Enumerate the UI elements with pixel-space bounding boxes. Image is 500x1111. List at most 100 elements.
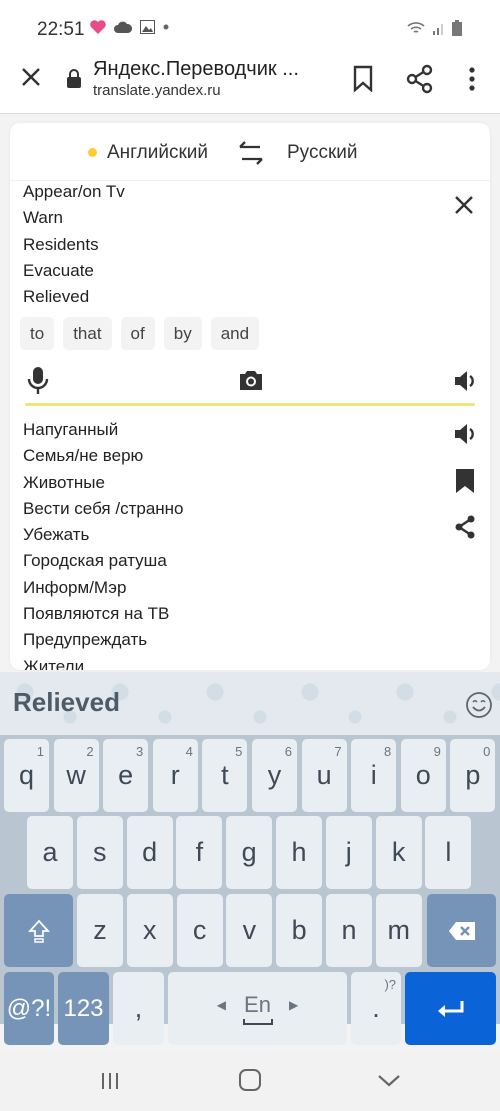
key-b[interactable]: b [276,894,323,967]
space-key[interactable]: ◀ En ▶ [168,972,347,1045]
key-a[interactable]: a [27,816,73,889]
translation-output: Напуганный Семья/не верю Животные Вести … [23,417,184,670]
suggestion-chip[interactable]: of [120,317,155,350]
key-number-hint: 2 [86,744,94,759]
key-number-hint: 0 [483,744,491,759]
enter-key[interactable] [405,972,496,1045]
lock-icon [67,69,81,88]
arrow-left-icon: ◀ [216,998,227,1012]
signal-icon [433,24,443,35]
key-number-hint: 8 [383,744,392,759]
key-r[interactable]: r4 [152,739,198,812]
backspace-key[interactable] [427,894,496,967]
share-icon[interactable] [453,514,477,540]
target-language-button[interactable]: Русский [287,142,358,164]
key-v[interactable]: v [226,894,273,967]
shift-key[interactable] [4,894,73,967]
suggestion-chip[interactable]: to [20,317,55,350]
key-x[interactable]: x [126,894,173,967]
period-key[interactable]: . )? [351,972,401,1045]
enter-icon [437,1000,463,1017]
key-o[interactable]: o9 [400,739,446,812]
keyboard-suggestion[interactable]: Relieved [13,687,120,718]
space-language-label: En [244,992,271,1017]
key-h[interactable]: h [276,816,322,889]
bookmark-icon[interactable] [350,64,376,92]
translation-line: Животные [23,472,105,492]
bookmark-icon[interactable] [455,468,475,494]
system-navigation-bar [0,1051,500,1111]
suggestion-chip[interactable]: by [163,317,202,350]
clock: 22:51 [37,19,85,40]
wifi-icon [407,22,425,33]
key-n[interactable]: n [326,894,372,967]
key-w[interactable]: w2 [53,739,99,812]
browser-toolbar: Яндекс.Переводчик ... translate.yandex.r… [0,48,500,114]
arrow-right-icon: ▶ [288,998,299,1012]
camera-icon[interactable] [238,368,264,392]
symbols-key[interactable]: @?! [4,972,54,1045]
page-url: translate.yandex.ru [93,82,221,99]
microphone-icon[interactable] [26,366,50,396]
key-p[interactable]: p0 [450,739,496,812]
back-icon[interactable] [376,1071,402,1091]
key-m[interactable]: m [375,894,422,967]
translation-line: Убежать [23,525,90,545]
emoji-icon[interactable] [465,691,493,719]
translation-line: Появляются на ТВ [23,604,170,624]
close-icon[interactable] [16,62,46,92]
key-number-hint: 1 [36,744,44,759]
source-language-button[interactable]: Английский [107,142,208,164]
source-line: Warn [23,208,63,228]
source-text-input[interactable]: Appear/on Tv Warn Residents Evacuate Rel… [10,183,430,315]
translation-line: Информ/Мэр [23,577,127,597]
source-line: Relieved [23,287,90,307]
key-i[interactable]: i8 [351,739,397,812]
suggestion-chip[interactable]: and [210,317,260,350]
key-number-hint: 7 [334,744,342,759]
image-icon [140,20,155,34]
key-k[interactable]: k [375,816,422,889]
key-number-hint: 3 [135,744,144,759]
key-q[interactable]: q1 [4,739,49,812]
key-j[interactable]: j [325,816,372,889]
key-c[interactable]: c [176,894,223,967]
key-number-hint: 5 [235,744,243,759]
speaker-icon[interactable] [453,422,479,446]
recent-apps-icon[interactable] [100,1071,120,1091]
keyboard-row-2: asdfghjkl [0,816,500,892]
comma-key[interactable]: , [113,972,164,1045]
translator-card: Английский Русский Appear/on Tv Warn Res… [10,123,490,670]
suggestion-chip[interactable]: that [63,317,112,350]
numbers-key[interactable]: 123 [58,972,109,1045]
key-f[interactable]: f [176,816,223,889]
translation-line: Городская ратуша [23,551,167,571]
on-screen-keyboard: Relieved q1w2e3r4t5y6u7i8o9p0 asdfghjkl … [0,672,500,1045]
more-options-icon[interactable] [462,62,482,96]
translation-line: Жители [23,656,85,670]
key-l[interactable]: l [425,816,472,889]
share-icon[interactable] [403,62,437,96]
source-language-indicator [88,148,97,157]
swap-languages-icon[interactable] [236,139,266,167]
translation-line: Вести себя /странно [23,498,184,518]
key-z[interactable]: z [77,894,123,967]
home-icon[interactable] [239,1069,261,1091]
speaker-icon[interactable] [453,369,479,393]
key-g[interactable]: g [226,816,273,889]
key-d[interactable]: d [126,816,173,889]
keyboard-suggestion-bar: Relieved [0,672,500,735]
cloud-icon [114,21,132,33]
input-divider [25,403,475,406]
clear-text-icon[interactable] [450,191,478,219]
key-e[interactable]: e3 [103,739,149,812]
key-s[interactable]: s [76,816,123,889]
input-tools [10,363,490,403]
translation-line: Предупреждать [23,630,148,650]
key-y[interactable]: y6 [252,739,297,812]
translation-line: Напуганный [23,420,119,439]
key-t[interactable]: t5 [202,739,248,812]
key-number-hint: 6 [284,744,292,759]
key-u[interactable]: u7 [301,739,347,812]
battery-icon [452,20,462,36]
